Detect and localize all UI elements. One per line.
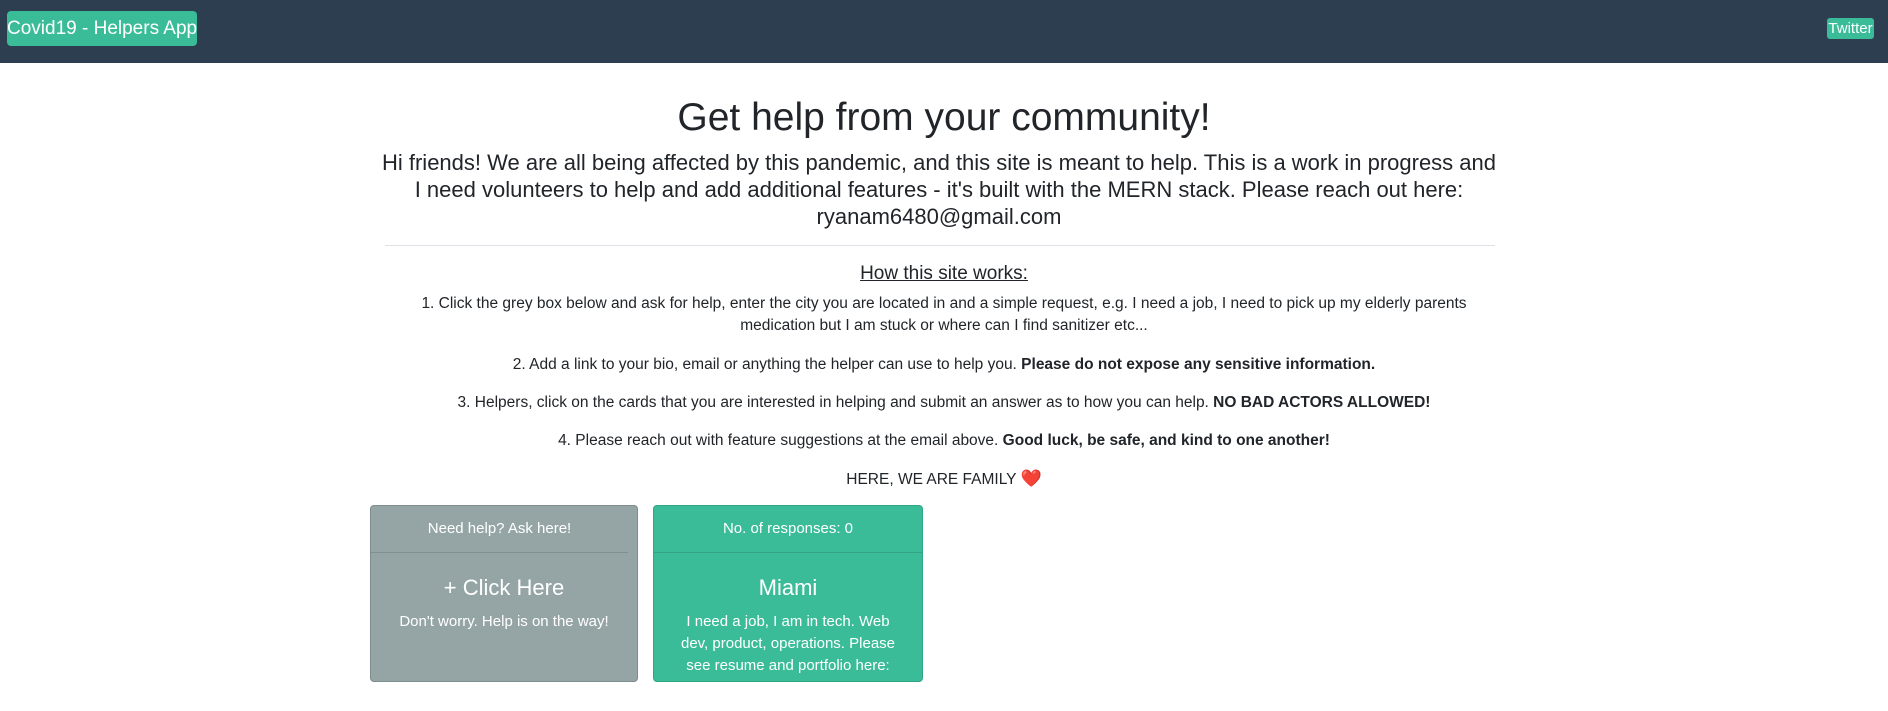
request-card-text: I need a job, I am in tech. Web dev, pro… <box>680 613 896 674</box>
twitter-button[interactable]: Twitter <box>1827 18 1874 39</box>
how-it-works-title: How this site works: <box>860 263 1028 284</box>
step-1: 1. Click the grey box below and ask for … <box>410 293 1478 337</box>
page-title: Get help from your community! <box>677 96 1211 139</box>
request-card-city: Miami <box>758 575 818 600</box>
step-2: 2. Add a link to your bio, email or anyt… <box>410 354 1478 376</box>
family-line: HERE, WE ARE FAMILY ❤️ <box>410 468 1478 491</box>
intro-text: Hi friends! We are all being affected by… <box>381 150 1497 229</box>
step-3-bold: NO BAD ACTORS ALLOWED! <box>1213 394 1431 411</box>
step-4-bold: Good luck, be safe, and kind to one anot… <box>1002 432 1330 449</box>
ask-card-header: Need help? Ask here! <box>371 506 628 553</box>
heart-icon: ❤️ <box>1020 469 1042 488</box>
ask-help-card[interactable]: Need help? Ask here! + Click Here Don't … <box>370 505 638 682</box>
divider <box>385 245 1495 246</box>
navbar: Covid19 - Helpers App Twitter <box>0 0 1888 63</box>
step-3: 3. Helpers, click on the cards that you … <box>410 392 1478 414</box>
step-3-text: 3. Helpers, click on the cards that you … <box>457 394 1214 411</box>
ask-card-text: Don't worry. Help is on the way! <box>399 613 609 630</box>
ask-card-title: + Click Here <box>443 575 565 600</box>
step-4: 4. Please reach out with feature suggest… <box>410 430 1478 452</box>
family-text: HERE, WE ARE FAMILY <box>846 471 1021 488</box>
step-2-bold: Please do not expose any sensitive infor… <box>1021 356 1376 373</box>
brand-button[interactable]: Covid19 - Helpers App <box>7 11 197 46</box>
step-2-text: 2. Add a link to your bio, email or anyt… <box>512 356 1022 373</box>
step-1-text: 1. Click the grey box below and ask for … <box>421 295 1467 334</box>
step-4-text: 4. Please reach out with feature suggest… <box>558 432 1003 449</box>
request-card[interactable]: No. of responses: 0 Miami I need a job, … <box>653 505 923 682</box>
request-card-header: No. of responses: 0 <box>654 506 922 553</box>
